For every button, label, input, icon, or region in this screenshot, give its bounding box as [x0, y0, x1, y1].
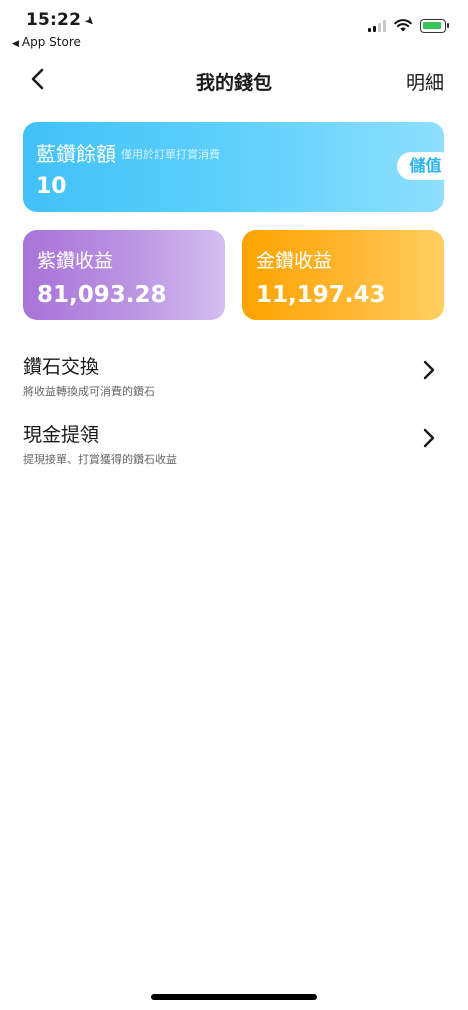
gold-diamond-value: 11,197.43 [256, 282, 386, 308]
diamond-exchange-title: 鑽石交換 [23, 356, 100, 378]
wifi-icon [394, 19, 412, 32]
diamond-exchange-subtitle: 將收益轉換成可消費的鑽石 [23, 385, 155, 398]
purple-diamond-value: 81,093.28 [37, 282, 167, 308]
details-button[interactable]: 明細 [406, 68, 444, 95]
nav-bar: 我的錢包 明細 [0, 56, 468, 104]
status-bar: 15:22➤ ◀ App Store [0, 0, 468, 52]
blue-diamond-note: 僅用於訂單打賞消費 [121, 148, 220, 161]
cash-withdrawal-title: 現金提領 [23, 424, 100, 446]
chevron-right-icon [423, 360, 435, 380]
back-to-app-link[interactable]: ◀ App Store [12, 35, 81, 49]
page-title: 我的錢包 [195, 72, 272, 94]
recharge-button[interactable]: 儲值 [397, 152, 454, 180]
purple-diamond-earnings-card[interactable]: 紫鑽收益 81,093.28 [23, 230, 225, 320]
status-time-text: 15:22 [26, 10, 82, 30]
back-app-label: App Store [21, 35, 81, 49]
gold-diamond-title: 金鑽收益 [256, 250, 333, 272]
home-indicator[interactable] [151, 994, 317, 1000]
location-arrow-icon: ➤ [81, 12, 99, 30]
cellular-signal-icon [368, 20, 390, 32]
blue-diamond-value: 10 [36, 174, 67, 199]
battery-icon [420, 19, 449, 33]
chevron-right-icon [423, 428, 435, 448]
gold-diamond-earnings-card[interactable]: 金鑽收益 11,197.43 [242, 230, 444, 320]
cash-withdrawal-item[interactable]: 現金提領 提現接單、打賞獲得的鑽石收益 [0, 414, 468, 476]
cash-withdrawal-subtitle: 提現接單、打賞獲得的鑽石收益 [23, 453, 177, 466]
back-triangle-icon: ◀ [12, 39, 19, 49]
blue-diamond-balance-card: 藍鑽餘額 僅用於訂單打賞消費 10 儲值 [23, 122, 454, 212]
purple-diamond-title: 紫鑽收益 [37, 250, 114, 272]
blue-diamond-title: 藍鑽餘額 [36, 142, 116, 166]
diamond-exchange-item[interactable]: 鑽石交換 將收益轉換成可消費的鑽石 [0, 346, 468, 408]
status-time: 15:22➤ [26, 10, 99, 30]
